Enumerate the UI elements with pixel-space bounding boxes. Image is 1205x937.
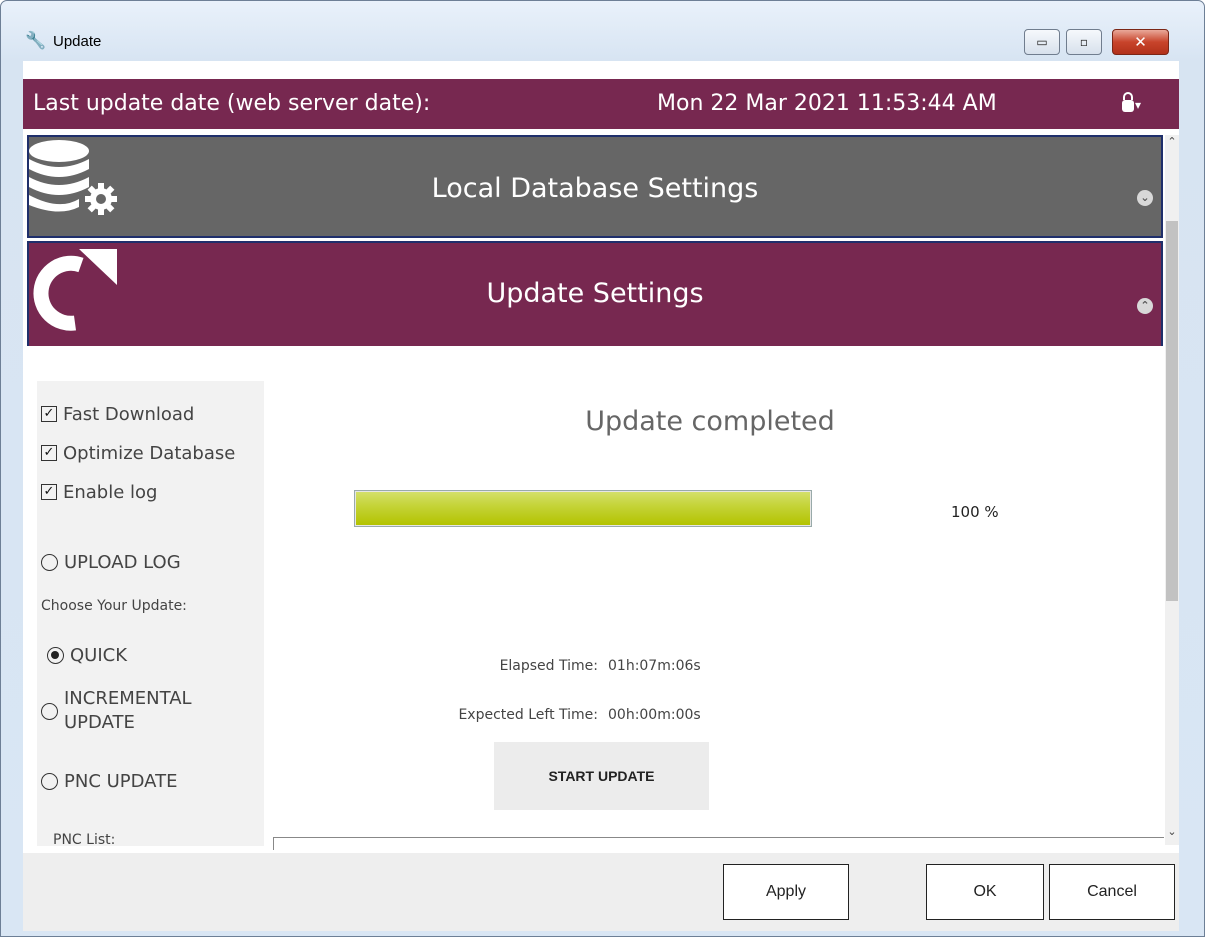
cancel-button[interactable]: Cancel bbox=[1049, 864, 1175, 920]
checkmark-icon: ✓ bbox=[41, 484, 57, 500]
apply-button[interactable]: Apply bbox=[723, 864, 849, 920]
wrench-icon: 🔧 bbox=[25, 31, 47, 51]
fast-download-label: Fast Download bbox=[63, 403, 195, 425]
incremental-update-radio[interactable]: INCREMENTAL UPDATE bbox=[41, 687, 192, 735]
maximize-button[interactable]: ▫ bbox=[1066, 29, 1102, 55]
quick-radio[interactable]: QUICK bbox=[47, 645, 127, 666]
minimize-icon: ▭ bbox=[1036, 35, 1048, 49]
pnc-list-label: PNC List: bbox=[53, 832, 116, 848]
update-settings-title: Update Settings bbox=[486, 278, 704, 309]
chevron-down-icon: ▾ bbox=[1135, 98, 1142, 112]
scroll-thumb[interactable] bbox=[1166, 221, 1178, 601]
radio-circle-icon bbox=[41, 773, 58, 790]
ok-button[interactable]: OK bbox=[926, 864, 1044, 920]
maximize-icon: ▫ bbox=[1079, 35, 1089, 49]
radio-selected-icon bbox=[47, 647, 64, 664]
progress-bar bbox=[354, 490, 812, 527]
incremental-label: INCREMENTAL bbox=[64, 688, 192, 709]
upload-log-label: UPLOAD LOG bbox=[64, 552, 181, 573]
radio-circle-icon bbox=[41, 554, 58, 571]
optimize-database-label: Optimize Database bbox=[63, 442, 236, 464]
dialog-footer: Apply OK Cancel bbox=[23, 853, 1179, 931]
local-database-settings-title: Local Database Settings bbox=[431, 173, 759, 204]
progress-percent: 100 % bbox=[951, 503, 999, 521]
enable-log-checkbox[interactable]: ✓ Enable log bbox=[41, 480, 157, 504]
update-settings-header[interactable]: Update Settings ⌃ bbox=[27, 241, 1163, 346]
upload-log-radio[interactable]: UPLOAD LOG bbox=[41, 552, 181, 573]
start-update-button[interactable]: START UPDATE bbox=[494, 742, 709, 810]
fast-download-checkbox[interactable]: ✓ Fast Download bbox=[41, 402, 194, 426]
incremental-update-label: UPDATE bbox=[64, 712, 135, 733]
expected-left-time-label: Expected Left Time: bbox=[458, 707, 598, 723]
last-update-label: Last update date (web server date): bbox=[33, 91, 431, 116]
pnc-list-box[interactable] bbox=[273, 837, 1164, 850]
chevron-up-icon[interactable]: ⌃ bbox=[1137, 298, 1153, 314]
progress-fill bbox=[356, 492, 810, 525]
update-window: 🔧 Update ▭ ▫ ✕ Last update date (web ser… bbox=[0, 0, 1205, 937]
close-button[interactable]: ✕ bbox=[1112, 29, 1169, 55]
pnc-update-label: PNC UPDATE bbox=[64, 771, 178, 792]
expected-left-time-value: 00h:00m:00s bbox=[608, 707, 701, 723]
title-bar[interactable]: 🔧 Update ▭ ▫ ✕ bbox=[1, 1, 1204, 59]
chevron-down-icon[interactable]: ⌄ bbox=[1137, 190, 1153, 206]
elapsed-time-value: 01h:07m:06s bbox=[608, 658, 701, 674]
optimize-database-checkbox[interactable]: ✓ Optimize Database bbox=[41, 441, 235, 465]
enable-log-label: Enable log bbox=[63, 481, 158, 503]
scroll-down-arrow-icon[interactable]: ⌄ bbox=[1165, 825, 1179, 843]
radio-circle-icon bbox=[41, 702, 58, 720]
minimize-button[interactable]: ▭ bbox=[1024, 29, 1060, 55]
elapsed-time-label: Elapsed Time: bbox=[499, 658, 598, 674]
vertical-scrollbar[interactable]: ⌃ ⌄ bbox=[1165, 135, 1179, 845]
checkmark-icon: ✓ bbox=[41, 406, 57, 422]
last-update-date: Mon 22 Mar 2021 11:53:44 AM bbox=[657, 91, 997, 116]
info-bar: Last update date (web server date): Mon … bbox=[23, 79, 1179, 129]
local-database-settings-header[interactable]: Local Database Settings ⌄ bbox=[27, 135, 1163, 238]
padlock-icon[interactable]: ▾ bbox=[1121, 87, 1141, 115]
quick-label: QUICK bbox=[70, 645, 128, 666]
pnc-update-radio[interactable]: PNC UPDATE bbox=[41, 771, 177, 792]
close-icon: ✕ bbox=[1134, 33, 1147, 51]
scroll-up-arrow-icon[interactable]: ⌃ bbox=[1165, 135, 1179, 153]
update-options-panel: ✓ Fast Download ✓ Optimize Database ✓ En… bbox=[37, 381, 264, 848]
client-area: Last update date (web server date): Mon … bbox=[23, 61, 1179, 931]
choose-update-label: Choose Your Update: bbox=[41, 598, 187, 614]
update-status-text: Update completed bbox=[585, 406, 835, 437]
window-title: Update bbox=[53, 33, 102, 50]
checkmark-icon: ✓ bbox=[41, 445, 57, 461]
